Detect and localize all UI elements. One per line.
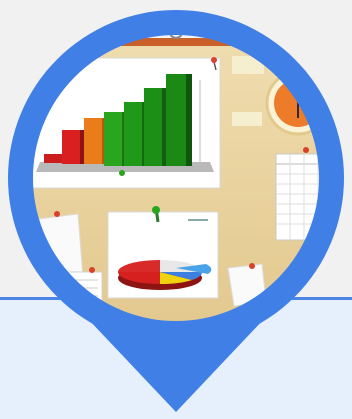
sticky-note	[232, 112, 262, 126]
board-frame-top	[30, 38, 322, 46]
map-pin-illustration	[8, 10, 344, 412]
pie-chart-icon	[107, 206, 219, 299]
